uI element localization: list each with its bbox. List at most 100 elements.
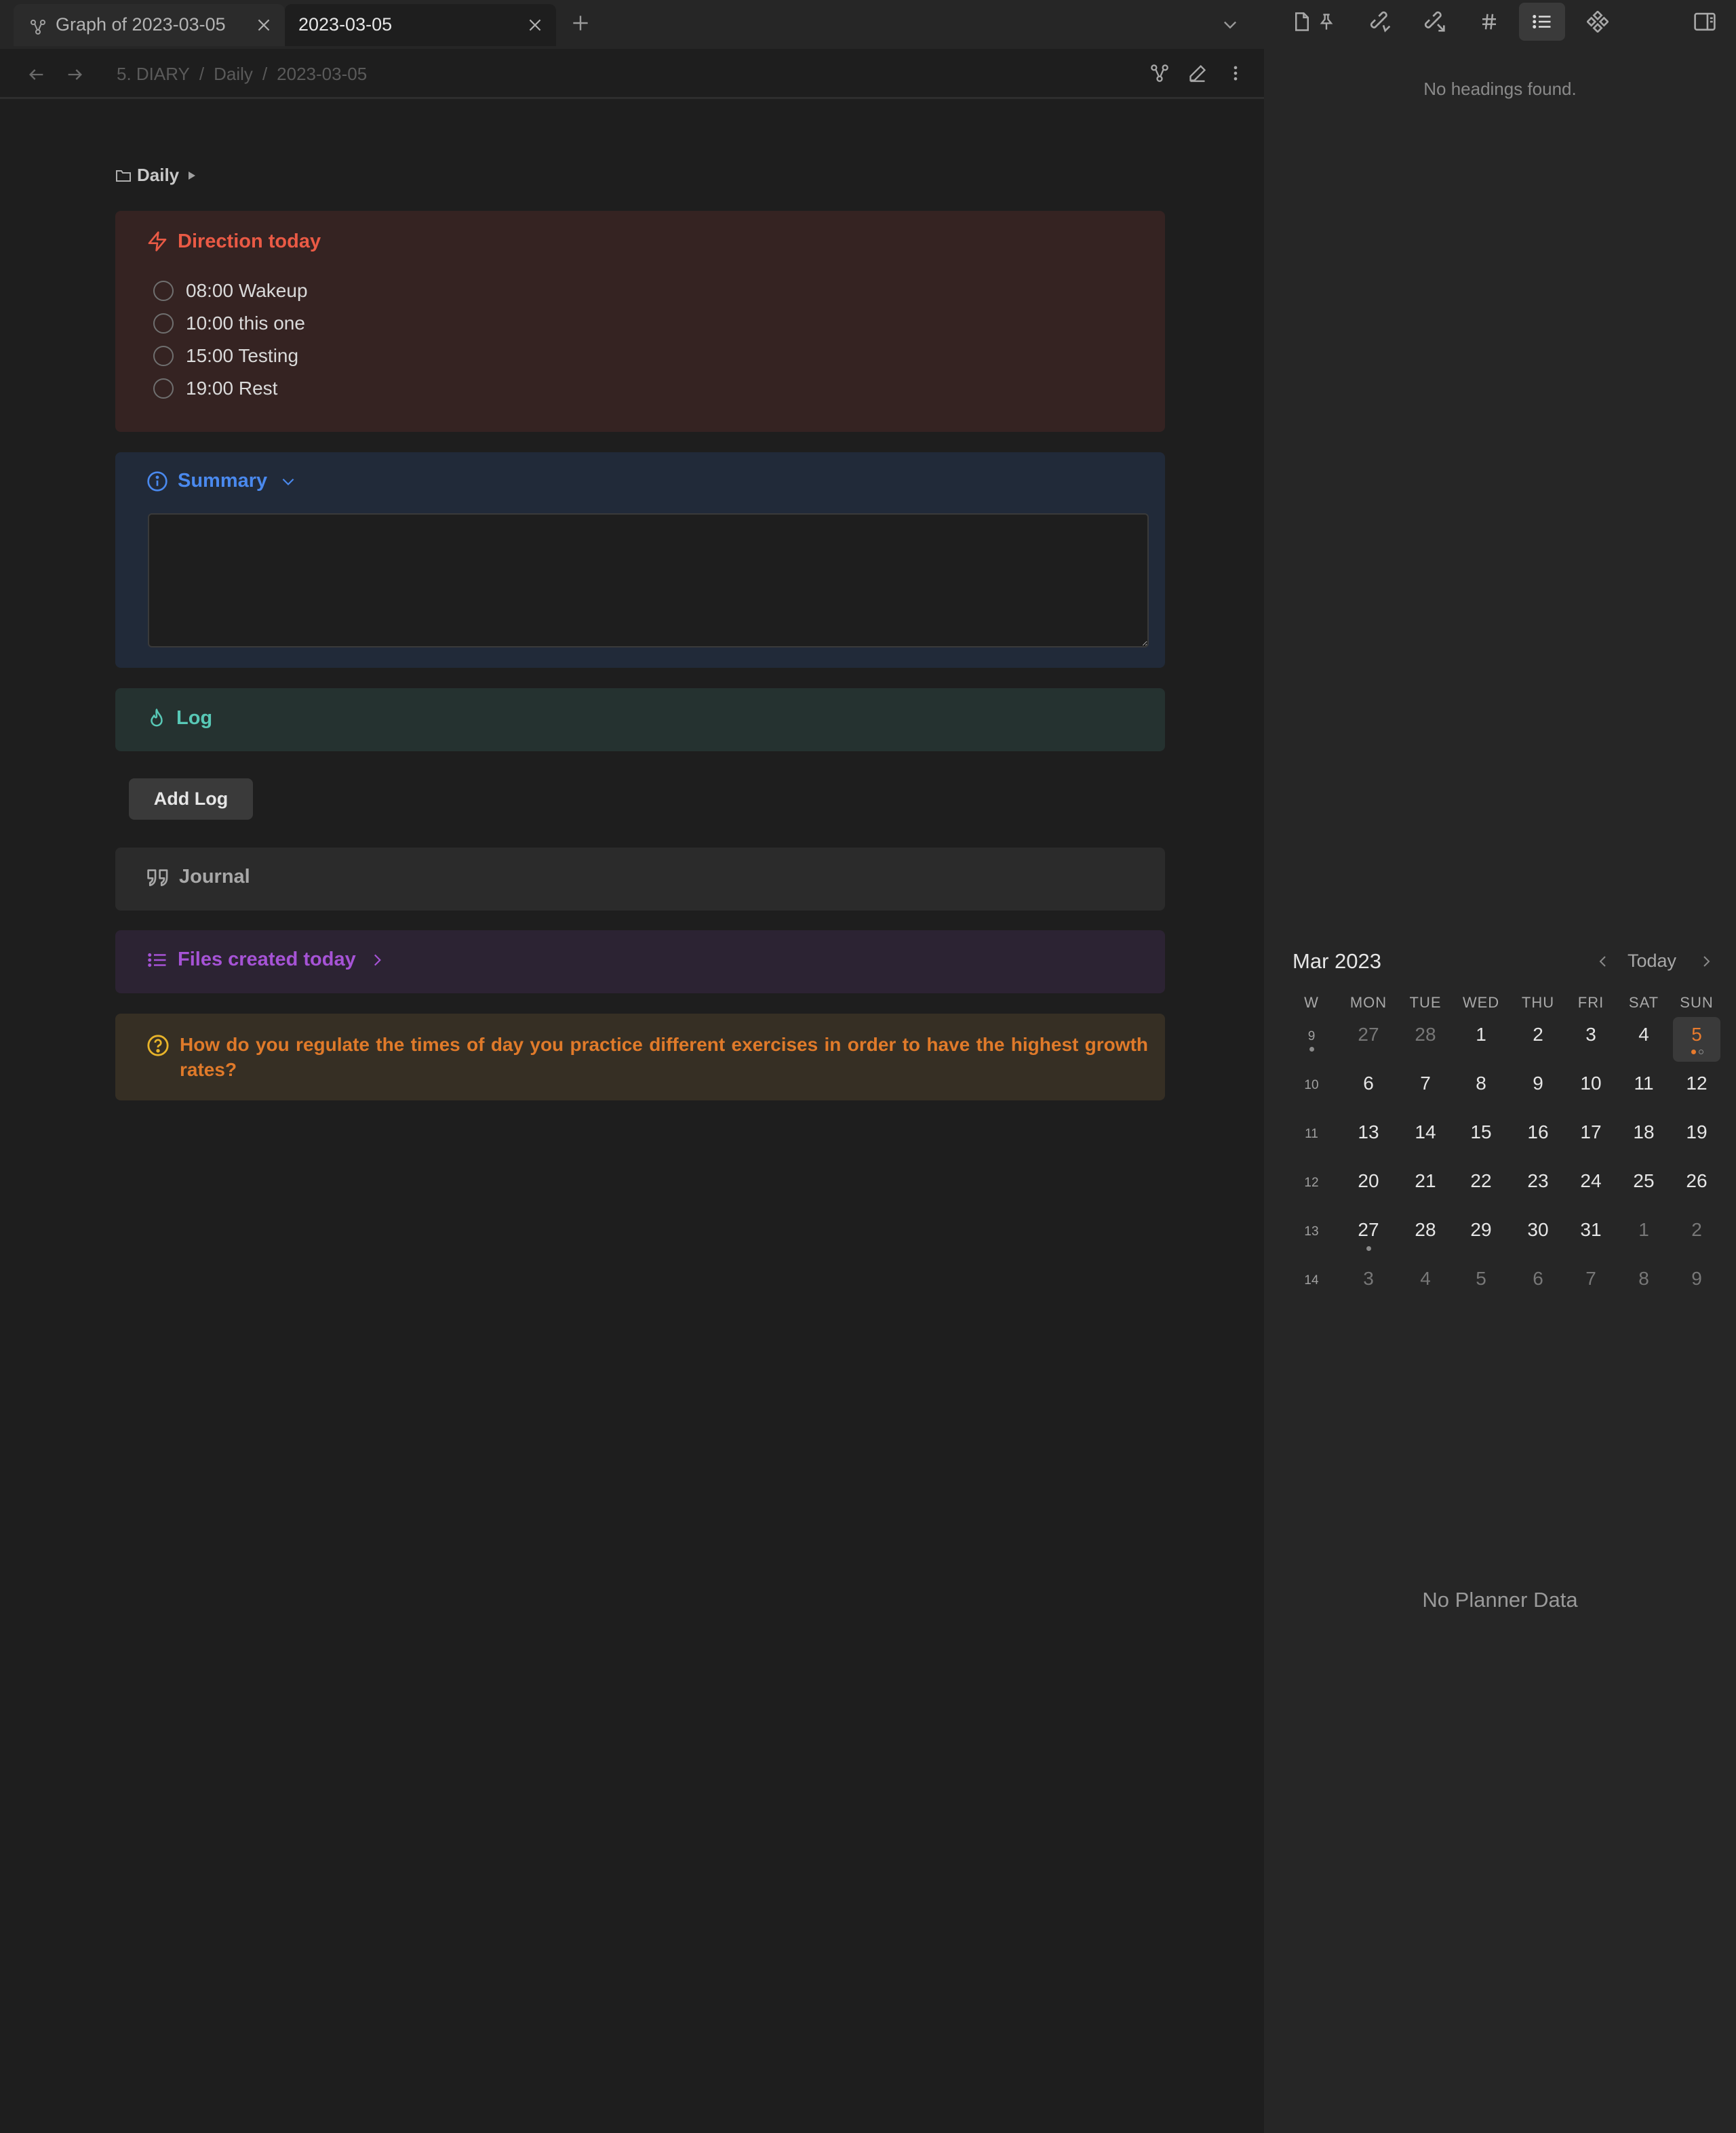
pin-icon[interactable] xyxy=(1303,3,1349,41)
folder-link[interactable]: Daily xyxy=(115,165,197,186)
list-icon xyxy=(146,950,168,970)
chevron-left-icon[interactable] xyxy=(1595,952,1611,971)
sidebar-toggle-icon[interactable] xyxy=(1682,3,1728,41)
calendar-day[interactable]: 21 xyxy=(1402,1170,1449,1192)
calendar-day[interactable]: 28 xyxy=(1402,1219,1449,1241)
calendar-weekday-header: FRI xyxy=(1577,994,1604,1011)
calendar-month-label: Mar 2023 xyxy=(1293,949,1381,973)
calendar-weekday-header: WED xyxy=(1462,994,1500,1011)
calendar-day[interactable]: 20 xyxy=(1345,1170,1392,1192)
task-checkbox[interactable] xyxy=(153,313,174,334)
arrow-left-icon[interactable] xyxy=(27,65,46,84)
breadcrumb-item[interactable]: 2023-03-05 xyxy=(277,64,367,85)
calendar-day[interactable]: 24 xyxy=(1567,1170,1615,1192)
calendar-day[interactable]: 4 xyxy=(1402,1268,1449,1290)
close-icon[interactable] xyxy=(526,16,544,34)
calendar-day[interactable]: 25 xyxy=(1620,1170,1668,1192)
calendar-day[interactable]: 9 xyxy=(1514,1073,1562,1094)
tab-title: Graph of 2023-03-05 xyxy=(56,14,226,35)
chevron-right-icon[interactable] xyxy=(368,951,386,969)
chevron-right-icon[interactable] xyxy=(1698,952,1714,971)
arrow-right-icon[interactable] xyxy=(65,65,84,84)
calendar-day[interactable]: 11 xyxy=(1620,1073,1668,1094)
calendar-day[interactable]: 18 xyxy=(1620,1121,1668,1143)
calendar-day[interactable]: 19 xyxy=(1673,1121,1720,1143)
calendar-day[interactable]: 17 xyxy=(1567,1121,1615,1143)
breadcrumb-item[interactable]: 5. DIARY xyxy=(117,64,190,85)
calendar-day[interactable]: 26 xyxy=(1673,1170,1720,1192)
calendar-week-number: 10 xyxy=(1304,1078,1319,1092)
graph-icon[interactable] xyxy=(1150,64,1169,83)
folder-icon xyxy=(115,168,132,183)
calendar-day[interactable]: 2 xyxy=(1514,1024,1562,1045)
close-icon[interactable] xyxy=(255,16,273,34)
calendar-day[interactable]: 15 xyxy=(1457,1121,1505,1143)
more-options-icon[interactable] xyxy=(1226,64,1245,83)
calendar-week-number: 11 xyxy=(1305,1127,1318,1141)
calendar-day[interactable]: 9 xyxy=(1673,1268,1720,1290)
calendar-day[interactable]: 28 xyxy=(1402,1024,1449,1045)
info-icon xyxy=(146,471,168,492)
add-log-button[interactable]: Add Log xyxy=(129,778,253,820)
planner-empty-text: No Planner Data xyxy=(1422,1588,1578,1612)
backlinks-icon[interactable] xyxy=(1358,3,1404,41)
calendar-day[interactable]: 7 xyxy=(1567,1268,1615,1290)
chevron-down-icon[interactable] xyxy=(1221,15,1240,34)
calendar-day[interactable]: 7 xyxy=(1402,1073,1449,1094)
outline-icon[interactable] xyxy=(1519,3,1565,41)
calendar-day[interactable]: 22 xyxy=(1457,1170,1505,1192)
calendar-day[interactable]: 27 xyxy=(1345,1219,1392,1241)
callout-title[interactable]: Files created today xyxy=(146,949,386,971)
calendar-day[interactable]: 6 xyxy=(1514,1268,1562,1290)
chevron-down-icon[interactable] xyxy=(279,473,297,490)
calendar-day[interactable]: 23 xyxy=(1514,1170,1562,1192)
task-checkbox[interactable] xyxy=(153,281,174,301)
hashtag-icon[interactable] xyxy=(1466,3,1512,41)
calendar-note-dot xyxy=(1366,1246,1371,1251)
calendar-day[interactable]: 8 xyxy=(1457,1073,1505,1094)
calendar-day[interactable]: 2 xyxy=(1673,1219,1720,1241)
calendar-day[interactable]: 8 xyxy=(1620,1268,1668,1290)
calendar-plugin-icon[interactable] xyxy=(1575,3,1621,41)
direction-callout: Direction today 08:00 Wakeup 10:00 this … xyxy=(115,211,1165,432)
plus-icon[interactable] xyxy=(570,12,591,34)
task-checkbox[interactable] xyxy=(153,378,174,399)
flame-icon xyxy=(146,706,167,730)
tab-graph[interactable]: Graph of 2023-03-05 xyxy=(14,4,285,46)
pencil-icon[interactable] xyxy=(1188,64,1207,83)
calendar-note-dot xyxy=(1699,1050,1703,1054)
calendar-today-button[interactable]: Today xyxy=(1628,951,1676,972)
calendar-day[interactable]: 3 xyxy=(1567,1024,1615,1045)
calendar-day[interactable]: 29 xyxy=(1457,1219,1505,1241)
calendar-day-today[interactable]: 5 xyxy=(1673,1017,1720,1062)
calendar-week-number: 13 xyxy=(1304,1224,1319,1239)
calendar-day[interactable]: 4 xyxy=(1620,1024,1668,1045)
calendar-week-number: 9 xyxy=(1307,1029,1316,1043)
calendar-day[interactable]: 5 xyxy=(1457,1268,1505,1290)
calendar-day[interactable]: 1 xyxy=(1620,1219,1668,1241)
outgoing-links-icon[interactable] xyxy=(1412,3,1458,41)
calendar-day[interactable]: 3 xyxy=(1345,1268,1392,1290)
task-checkbox[interactable] xyxy=(153,346,174,366)
calendar-day[interactable]: 30 xyxy=(1514,1219,1562,1241)
summary-title: Summary xyxy=(178,470,268,492)
calendar-day[interactable]: 31 xyxy=(1567,1219,1615,1241)
calendar-weekday-header: MON xyxy=(1349,994,1387,1011)
calendar-day[interactable]: 1 xyxy=(1457,1024,1505,1045)
calendar-day[interactable]: 27 xyxy=(1345,1024,1392,1045)
calendar-day[interactable]: 6 xyxy=(1345,1073,1392,1094)
folder-label: Daily xyxy=(137,165,180,185)
calendar-day[interactable]: 10 xyxy=(1567,1073,1615,1094)
callout-title[interactable]: Summary xyxy=(146,470,297,492)
calendar-day[interactable]: 13 xyxy=(1345,1121,1392,1143)
callout-title: Journal xyxy=(146,866,250,888)
question-icon xyxy=(146,1034,170,1057)
right-sidebar: No headings found. Mar 2023 Today W MON TU… xyxy=(1264,0,1736,2133)
calendar-day[interactable]: 16 xyxy=(1514,1121,1562,1143)
tab-daily-note[interactable]: 2023-03-05 xyxy=(285,4,556,46)
summary-textarea[interactable] xyxy=(148,513,1149,647)
task-label: 08:00 Wakeup xyxy=(186,280,308,301)
breadcrumb-item[interactable]: Daily xyxy=(214,64,253,85)
calendar-day[interactable]: 12 xyxy=(1673,1073,1720,1094)
calendar-day[interactable]: 14 xyxy=(1402,1121,1449,1143)
